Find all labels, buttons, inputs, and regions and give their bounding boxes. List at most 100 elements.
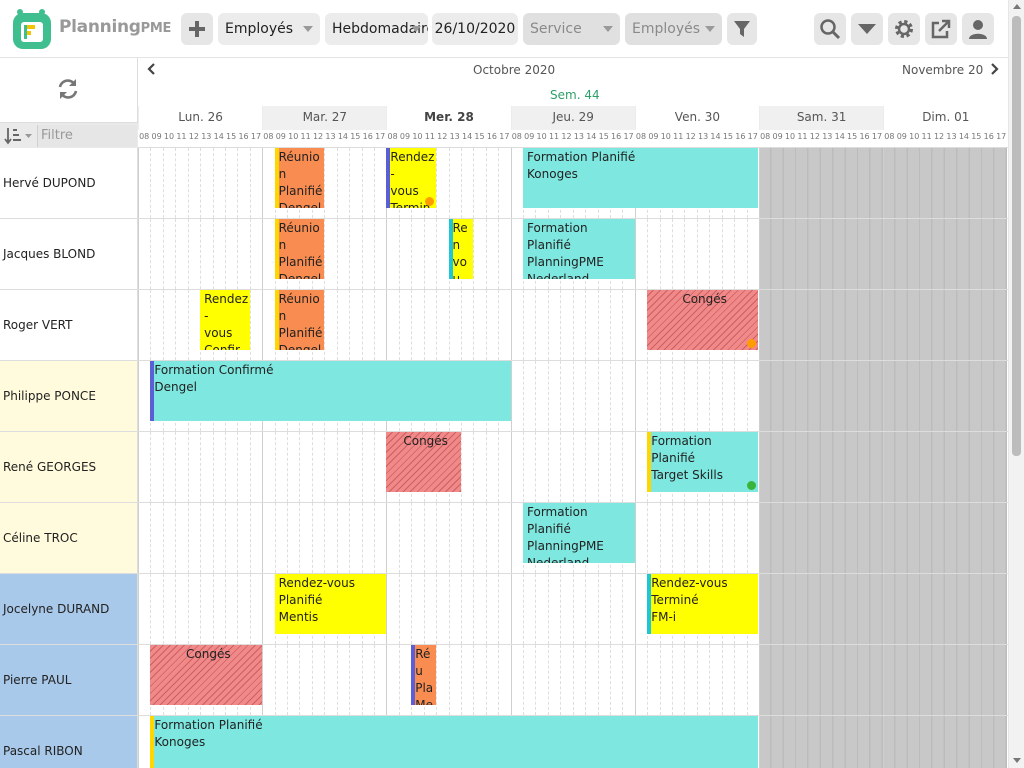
planning-event[interactable]: Formation Planifié Konoges [150,716,758,768]
search-button[interactable] [814,13,846,45]
planning-event[interactable]: Formation Planifié PlanningPME Nederland [523,503,635,563]
employee-schedule[interactable]: Congés Formation Planifié Target Skills [138,432,1008,502]
hour-gridline [212,148,214,218]
hour-gridline [659,645,661,715]
weekend-cell [759,503,884,573]
employee-name[interactable]: René GEORGES [0,432,138,502]
hour-gridline [311,503,313,573]
sort-button[interactable] [4,127,34,149]
day-header[interactable]: Lun. 26 [138,106,262,130]
hour-gridline [361,503,363,573]
hour-gridline [523,361,525,431]
hour-gridline [187,503,189,573]
day-header[interactable]: Ven. 30 [634,106,759,130]
planning-event[interactable]: Réu Pla Mer [411,645,437,705]
hour-gridline [224,574,226,644]
scroll-up-arrow-icon[interactable] [1013,4,1021,9]
date-field[interactable]: 26/10/2020 [432,13,518,45]
hour-gridline [249,219,251,289]
settings-button[interactable] [888,13,920,45]
hour-gridline [609,361,611,431]
hour-gridline [311,432,313,502]
scroll-down-arrow-icon[interactable] [1013,758,1021,763]
user-button[interactable] [962,13,994,45]
hour-gridline [299,645,301,715]
service-select[interactable]: Service [523,13,620,45]
day-gridline [634,290,636,360]
hour-gridline [175,432,177,502]
hour-gridline [547,574,549,644]
employee-schedule[interactable]: Rendez-vous Planifié Mentis Rendez-vous Term… [138,574,1008,644]
next-month-button[interactable] [990,63,1000,78]
employee-row: Hervé DUPOND Réunion Planifié Dengel Rendez-… [0,148,1008,219]
view-mode-select[interactable]: Hebdomadaire [325,13,428,45]
day-header[interactable]: Jeu. 29 [510,106,635,130]
day-header[interactable]: Dim. 01 [883,106,1007,130]
employee-schedule[interactable]: Formation Planifié PlanningPME Nederland [138,503,1008,573]
hour-gridline [647,645,649,715]
employee-schedule[interactable]: Formation Confirmé Dengel [138,361,1008,431]
planning-event[interactable]: Réunion Planifié Dengel [274,219,325,279]
planning-event[interactable]: Formation Planifié Konoges [523,148,758,208]
resource-type-select[interactable]: Employés [218,13,320,45]
employee-name[interactable]: Hervé DUPOND [0,148,138,218]
planning-event[interactable]: RenvouPlaTer [448,219,474,279]
planning-event[interactable]: Formation Planifié PlanningPME Nederland [523,219,635,279]
employee-name[interactable]: Roger VERT [0,290,138,360]
employees-select[interactable]: Employés [625,13,722,45]
filter-button[interactable] [727,13,757,45]
hour-gridline [609,432,611,502]
dropdown-button[interactable] [851,13,883,45]
employee-name[interactable]: Philippe PONCE [0,361,138,431]
hour-gridline [324,645,326,715]
hour-gridline [647,219,649,289]
planning-event[interactable]: Formation Confirmé Dengel [150,361,511,421]
planning-event[interactable]: Réunion Planifié Dengel [274,290,325,350]
hour-gridline [659,361,661,431]
hour-label: 14 [834,132,845,141]
refresh-button[interactable] [56,77,80,105]
hour-gridline [585,645,587,715]
employee-schedule[interactable]: Formation Planifié Konoges [138,716,1008,768]
day-header[interactable]: Mer. 28 [386,106,510,130]
employee-name[interactable]: Pascal RIBON [0,716,138,768]
employee-name[interactable]: Jacques BLOND [0,219,138,289]
employee-schedule[interactable]: RéunionPlanifiéDengel RenvouPlaTer Formati… [138,219,1008,289]
planning-event[interactable]: Rendez-vous Planifié Mentis [274,574,387,634]
employee-schedule[interactable]: Congés Réu Pla Mer [138,645,1008,715]
planning-event[interactable]: Rendez-vous Terminé FM-i [647,574,758,634]
event-text-line: Congés [186,647,231,661]
add-button[interactable] [181,13,213,45]
vertical-scrollbar[interactable] [1008,0,1024,768]
filter-input[interactable]: Filtre [37,125,137,147]
planning-event[interactable]: Congés [386,432,461,492]
employee-schedule[interactable]: Réunion Planifié Dengel Rendez-vousTerminéP… [138,148,1008,218]
hour-gridline [436,574,438,644]
planning-event[interactable]: Congés [647,290,758,350]
employee-name[interactable]: Jocelyne DURAND [0,574,138,644]
hour-gridline [249,148,251,218]
employee-name[interactable]: Céline TROC [0,503,138,573]
day-header[interactable]: Mar. 27 [262,106,387,130]
day-header[interactable]: Sam. 31 [759,106,884,130]
planning-event[interactable]: Réunion Planifié Dengel [274,148,325,208]
previous-month-button[interactable] [146,63,156,78]
planning-event[interactable]: Congés [150,645,263,705]
employee-name[interactable]: Pierre PAUL [0,645,138,715]
hour-label: 10 [784,132,796,141]
hour-label: 12 [561,132,572,141]
hour-gridline [523,645,525,715]
hour-gridline [498,290,500,360]
hour-label: 13 [946,132,957,141]
calendar-header: Octobre 2020 Novembre 20 Sem. 44 Lun. 26… [138,58,1008,148]
hour-gridline [150,290,152,360]
event-text-line: PlanningPME [527,255,604,269]
planningpme-logo[interactable]: PlanningPME [12,8,172,50]
planning-event[interactable]: Rendez-vousConfirméFM-i [200,290,250,350]
planning-event[interactable]: Formation Planifié Target Skills [647,432,758,492]
export-button[interactable] [925,13,957,45]
planning-event[interactable]: Rendez-vousTerminéPlanifié [386,148,437,208]
hour-label: 12 [312,132,324,141]
scrollbar-thumb[interactable] [1012,16,1021,456]
employee-schedule[interactable]: Rendez-vousConfirméFM-i RéunionPlanifiéDe… [138,290,1008,360]
